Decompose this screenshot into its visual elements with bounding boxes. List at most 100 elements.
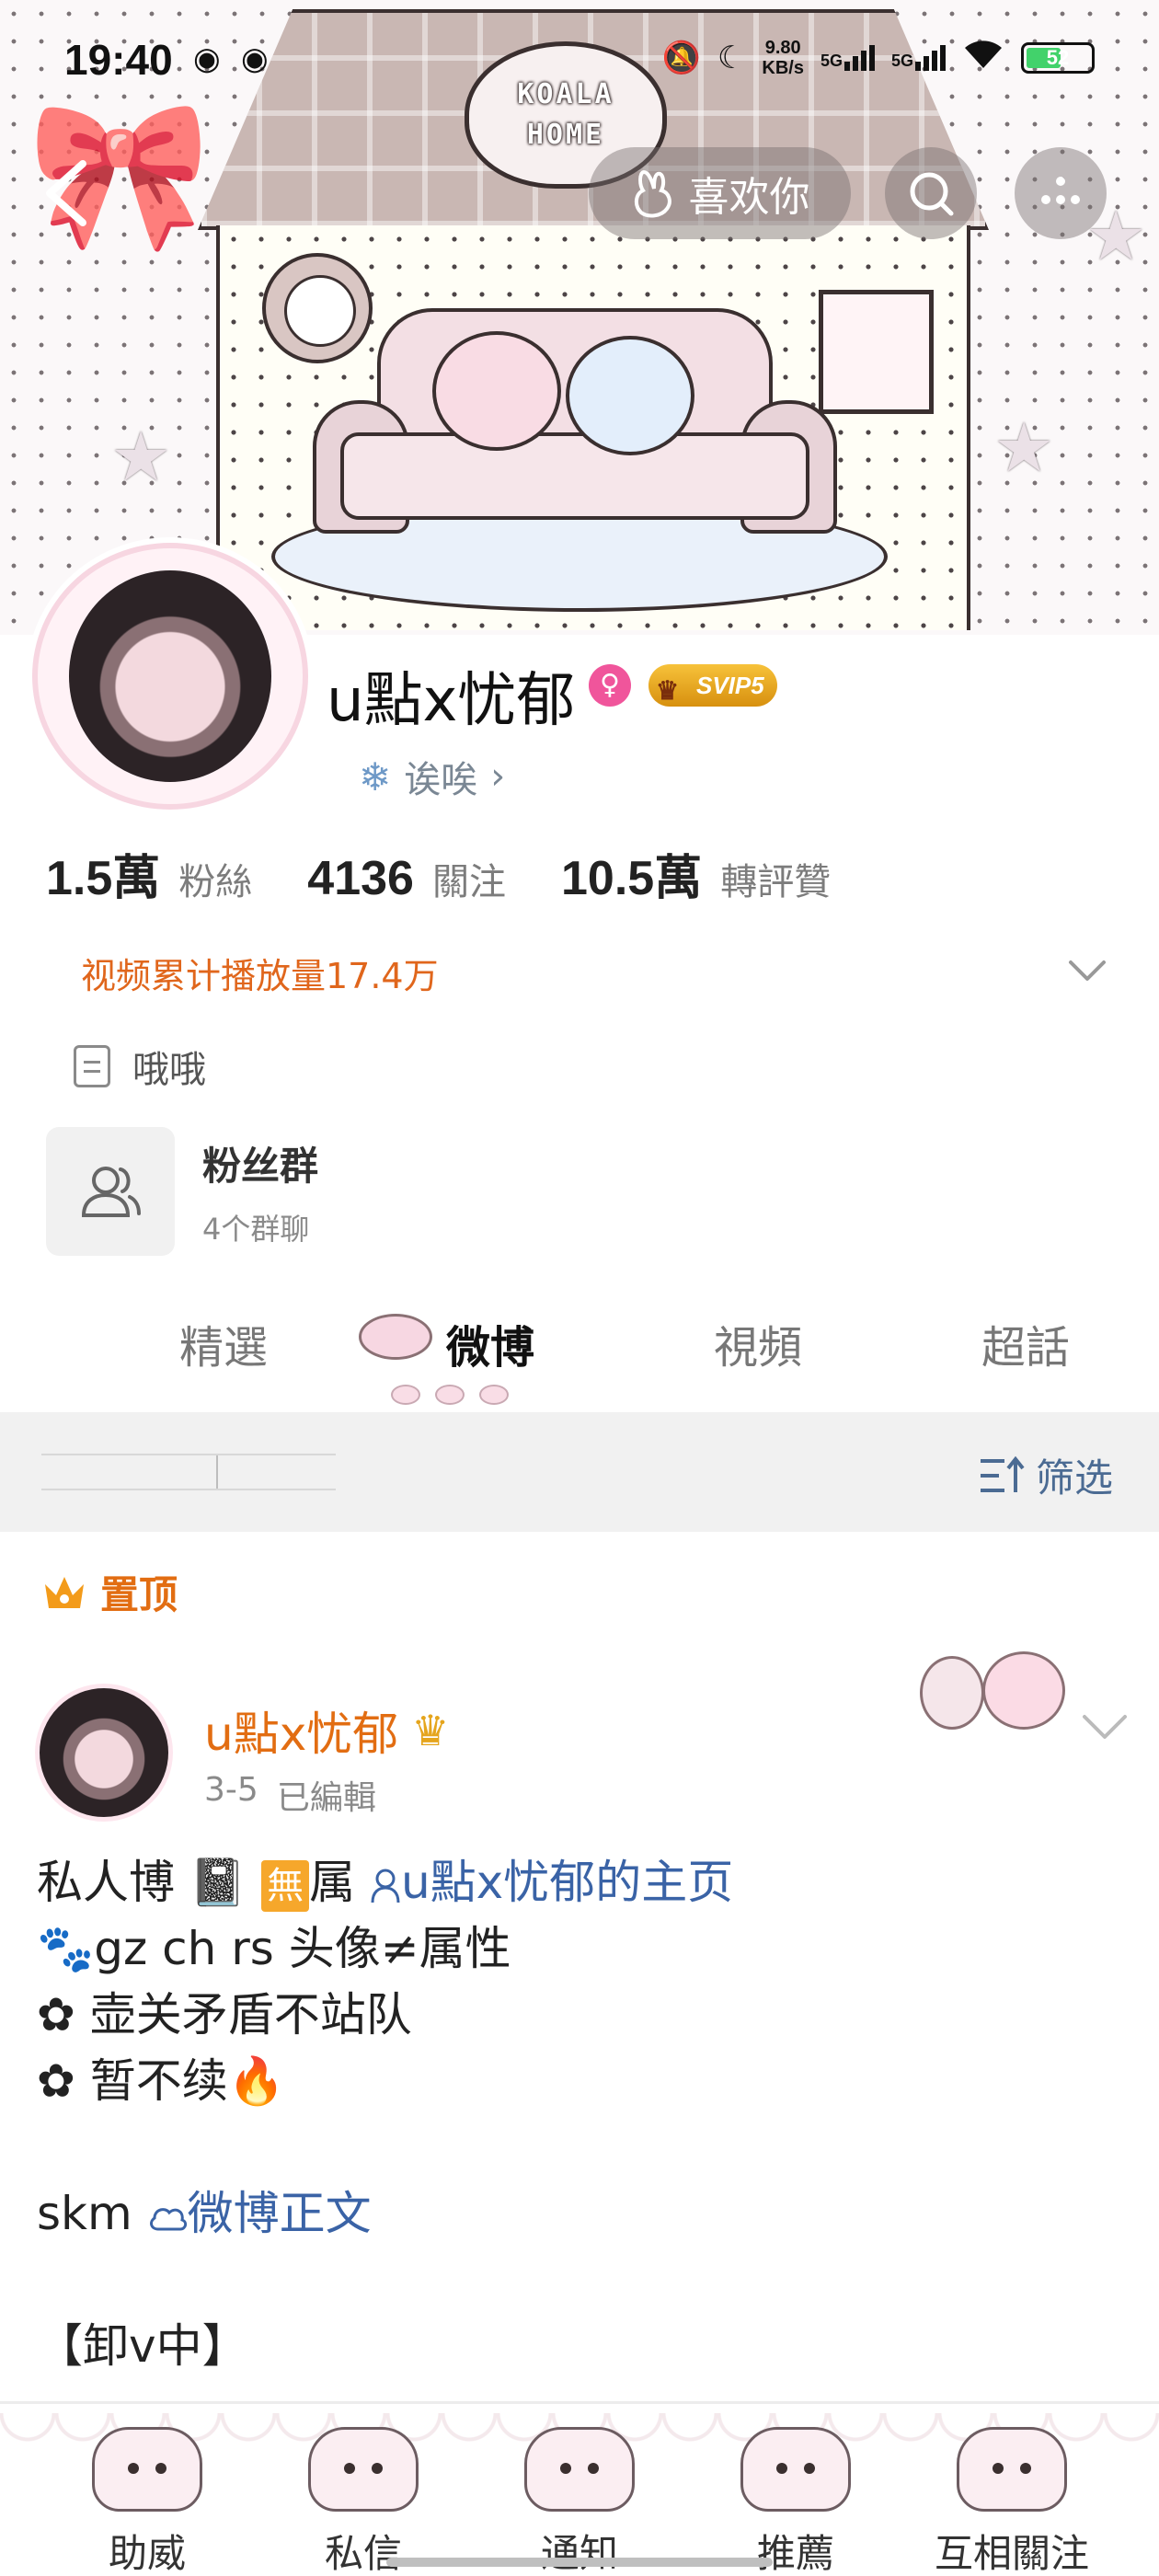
back-button[interactable]: [37, 156, 101, 230]
filter-sort-icon: [980, 1455, 1025, 1492]
stat-value: 4136: [307, 852, 414, 905]
post-text: 属: [309, 1856, 356, 1909]
stat-label: 粉絲: [178, 861, 253, 903]
status-right-group: 🔕 ☾ 9.80 KB/s 5G 5G 52: [662, 37, 1095, 78]
svip-label: SVIP5: [696, 672, 764, 699]
tab-super-topics[interactable]: 超話: [981, 1311, 1070, 1375]
filter-label: 筛选: [1035, 1455, 1113, 1501]
post-author-name[interactable]: u點x忧郁 ♛: [204, 1697, 450, 1764]
expand-chevron-down-icon[interactable]: [1067, 957, 1107, 984]
pink-koala-illustration: [432, 331, 561, 451]
post-author-label: u點x忧郁: [204, 1708, 399, 1761]
bunny-icon: [634, 169, 671, 218]
profile-username: u點x忧郁: [327, 667, 576, 735]
filter-button[interactable]: 筛选: [977, 1447, 1113, 1503]
status-bar: 19:40 ◉ ◉ 🔕 ☾ 9.80 KB/s 5G 5G 52: [0, 0, 1159, 120]
stat-value: 10.5萬: [560, 852, 703, 905]
stat-interactions[interactable]: 10.5萬 轉評贊: [561, 839, 831, 908]
post-line: ✿ 壶关矛盾不站队: [37, 1988, 412, 2041]
group-people-icon: [46, 1127, 175, 1256]
user-icon: [371, 1869, 400, 1903]
mutual-follow-icon: [957, 2427, 1067, 2512]
battery-icon: 52: [1021, 41, 1095, 74]
chevron-right-icon: ›: [490, 755, 506, 798]
home-indicator[interactable]: [386, 2558, 773, 2567]
wifi-icon: [962, 37, 1004, 78]
stat-following[interactable]: 4136 關注: [307, 851, 506, 906]
svip-crown-icon: ♛: [411, 1706, 450, 1755]
bottom-navigation: 助威 私信 通知 推薦 互相關注: [0, 2401, 1159, 2576]
star-decoration: ★: [110, 418, 172, 497]
post-menu-chevron-icon[interactable]: [1081, 1711, 1129, 1742]
post-meta: 3-5 已編輯: [204, 1771, 376, 1819]
nav-recommend[interactable]: 推薦: [704, 2427, 888, 2576]
post-date: 3-5: [204, 1771, 258, 1809]
nav-label: 私信: [324, 2531, 402, 2576]
signal-type-label: 5G: [890, 51, 913, 70]
more-button[interactable]: [1015, 147, 1107, 239]
pinned-text: 置顶: [100, 1572, 178, 1617]
tab-videos[interactable]: 視頻: [714, 1311, 802, 1375]
nav-label: 互相關注: [934, 2531, 1089, 2576]
recommend-icon: [740, 2427, 851, 2512]
description-text: 哦哦: [132, 1049, 206, 1091]
moon-icon: ☾: [717, 39, 746, 76]
post-spacer: [37, 2247, 1122, 2313]
fan-group-entry[interactable]: 粉丝群 4个群聊: [46, 1127, 318, 1256]
active-tab-indicator: [391, 1385, 509, 1405]
tag-none-icon: 無: [261, 1859, 310, 1912]
network-speed-unit: KB/s: [762, 57, 804, 78]
post-author-avatar[interactable]: [35, 1684, 173, 1822]
profile-home-link-text: u點x忧郁的主页: [400, 1856, 734, 1909]
battery-level: 52: [1046, 45, 1070, 69]
signal-icon: 5G: [820, 44, 875, 71]
pinned-label: 置顶: [41, 1564, 178, 1620]
profile-avatar[interactable]: [32, 543, 308, 810]
post-line: 私人博 📓 無属 u點x忧郁的主页: [37, 1849, 1122, 1915]
weibo-notification-icon: ◉: [193, 40, 221, 77]
post-line: 🐾gz ch rs 头像≠属性: [37, 1922, 511, 1975]
post-text: 私人博: [37, 1856, 175, 1909]
nav-cheer[interactable]: 助威: [55, 2427, 239, 2576]
signal-type-label: 5G: [820, 51, 843, 70]
nav-label: 推薦: [756, 2531, 834, 2576]
more-dots-icon: [1041, 177, 1080, 204]
post-line: 【卸v中】: [37, 2319, 248, 2373]
blue-koala-illustration: [566, 336, 694, 455]
stat-label: 關注: [431, 861, 506, 903]
tab-featured[interactable]: 精選: [179, 1311, 268, 1375]
post-card-decoration: [920, 1647, 1076, 1739]
notification-icon: [524, 2427, 635, 2512]
stat-followers[interactable]: 1.5萬 粉絲: [46, 839, 252, 908]
nav-label: 助威: [108, 2531, 186, 2576]
post-line: ✿ 暂不续🔥: [37, 2054, 286, 2108]
sofa-seat-decoration: [340, 432, 809, 520]
signal-icon: 5G: [890, 44, 946, 71]
search-button[interactable]: [885, 147, 977, 239]
like-you-button[interactable]: 喜欢你: [589, 147, 851, 239]
profile-description: 哦哦: [74, 1040, 206, 1093]
profile-tabs: 精選 微博 視頻 超話: [0, 1293, 1159, 1412]
weibo-notification-icon: ◉: [241, 40, 269, 77]
search-icon: [910, 172, 954, 216]
document-icon: [74, 1045, 110, 1087]
nav-mutual-follow[interactable]: 互相關注: [920, 2427, 1104, 2576]
fan-group-title: 粉丝群: [202, 1143, 319, 1189]
profile-home-link[interactable]: u點x忧郁的主页: [370, 1856, 733, 1909]
snowflake-icon: ❄: [359, 753, 392, 799]
female-gender-icon: ♀: [589, 664, 631, 707]
profile-bio-link[interactable]: ❄ 诶唉 ›: [359, 750, 505, 803]
crown-icon: ♛: [656, 676, 680, 705]
post-text: skm: [37, 2187, 132, 2240]
avatar-image: [69, 570, 271, 782]
svip-badge[interactable]: ♛ SVIP5: [648, 664, 777, 707]
filter-segment-control[interactable]: [41, 1454, 336, 1490]
nav-messages[interactable]: 私信: [271, 2427, 455, 2576]
crown-icon: [45, 1576, 84, 1608]
post-line: skm 微博正文: [37, 2180, 1122, 2247]
weibo-text-link[interactable]: 微博正文: [147, 2187, 372, 2240]
nav-label: 通知: [540, 2531, 618, 2576]
filter-bar: 筛选: [0, 1412, 1159, 1532]
nav-notifications[interactable]: 通知: [488, 2427, 671, 2576]
tab-weibo[interactable]: 微博: [446, 1311, 534, 1375]
